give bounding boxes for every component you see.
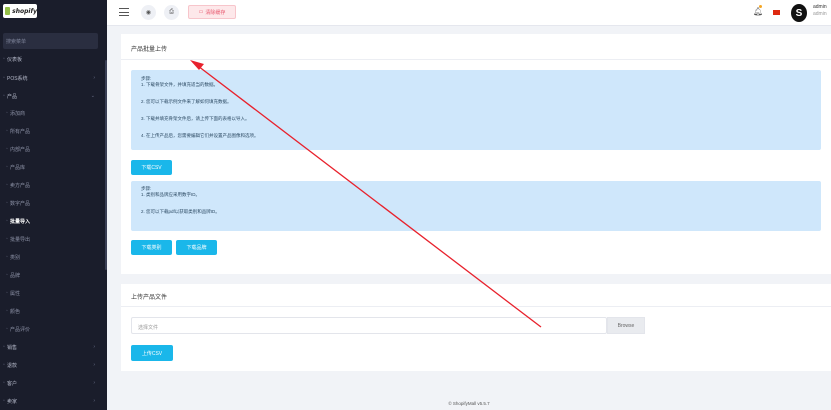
user-info[interactable]: admin admin — [813, 4, 827, 18]
sidebar-item-label: 内部产品 — [10, 146, 31, 153]
chevron-right-icon: › — [93, 398, 95, 404]
chevron-right-icon: › — [93, 75, 95, 81]
sidebar-item-label: 产品库 — [10, 164, 26, 171]
sidebar-item-label: 所有产品 — [10, 128, 31, 135]
print-icon[interactable]: ⎙ — [164, 5, 179, 20]
sidebar-item-label: 添加商 — [10, 110, 26, 117]
sidebar-item[interactable]: ◦ 产品评价 — [0, 323, 107, 335]
sidebar-item-label: 类别 — [10, 254, 21, 261]
chevron-right-icon: › — [93, 344, 95, 350]
globe-icon[interactable]: ◉ — [141, 5, 156, 20]
sidebar-item[interactable]: ▫ 销售 › — [0, 341, 107, 353]
china-flag-icon[interactable] — [773, 10, 780, 15]
user-name: admin — [813, 4, 827, 10]
sidebar-item[interactable]: ▫ 客户 › — [0, 377, 107, 389]
sidebar-item[interactable]: ◦ 数字产品 — [0, 197, 107, 209]
sidebar-item[interactable]: ▫ 卖家 › — [0, 395, 107, 407]
download-csv-button[interactable]: 下载CSV — [131, 160, 172, 175]
sidebar-item-label: 属性 — [10, 290, 21, 297]
sidebar-item[interactable]: ◦ 品牌 — [0, 269, 107, 281]
file-input[interactable]: 选择文件 — [131, 317, 607, 334]
sidebar-item-label: 销售 — [7, 344, 18, 351]
chevron-right-icon: › — [93, 380, 95, 386]
sidebar-search-input[interactable]: 搜索菜单 — [3, 33, 98, 49]
bell-icon[interactable]: 🔔︎ — [753, 7, 763, 16]
sidebar-item[interactable]: ▫ 退款 › — [0, 359, 107, 371]
sidebar-item[interactable]: ◦ 内部产品 — [0, 143, 107, 155]
notification-badge — [759, 5, 762, 8]
topbar: ◉ ⎙ ▭ 清除缓存 🔔︎ S admin admin — [107, 0, 831, 26]
sidebar-item[interactable]: ▫ 仪表板 — [0, 53, 107, 65]
sidebar-item[interactable]: ◦ 属性 — [0, 287, 107, 299]
sidebar-item-label: 批量导出 — [10, 236, 31, 243]
chevron-down-icon: ⌄ — [90, 93, 95, 99]
instructions-box: 步骤: 1. 下载骨架文件，并填充适当的数据。 2. 您可以下载示例文件来了解如… — [131, 70, 821, 150]
sidebar-item[interactable]: ▫ 产品 ⌄ — [0, 90, 107, 102]
instruction-step: 2. 您可以下载pdf以获取类别和品牌ID。 — [141, 209, 220, 214]
shopify-bag-icon — [5, 7, 11, 15]
sidebar-item[interactable]: ◦ 卖方产品 — [0, 179, 107, 191]
instruction-step: 3. 下载并填充骨架文件后，请上传下面的表格以导入。 — [141, 116, 250, 121]
card-title: 上传产品文件 — [131, 295, 168, 301]
upload-file-card: 上传产品文件 选择文件 Browse 上传CSV — [121, 284, 831, 371]
upload-csv-button[interactable]: 上传CSV — [131, 345, 173, 361]
sidebar-item[interactable]: ▫ POS系统 › — [0, 72, 107, 84]
sidebar-item-label: 产品评价 — [10, 326, 31, 333]
sidebar-item-label: 客户 — [7, 380, 18, 387]
avatar[interactable]: S — [791, 4, 807, 22]
sidebar-item-label: 颜色 — [10, 308, 21, 315]
sidebar-item-label: 卖方产品 — [10, 182, 31, 189]
logo[interactable]: shopify — [3, 4, 37, 18]
sidebar-item-label: POS系统 — [7, 75, 28, 82]
sidebar-item-label: 品牌 — [10, 272, 21, 279]
instruction-step: 2. 您可以下载示例文件来了解如何填充数据。 — [141, 99, 232, 104]
sidebar-item-label: 卖家 — [7, 398, 18, 405]
user-role: admin — [813, 11, 827, 17]
sidebar-item[interactable]: ◦ 批量导入 — [0, 215, 107, 227]
divider — [121, 59, 831, 60]
sidebar-item[interactable]: ◦ 添加商 — [0, 107, 107, 119]
browse-button[interactable]: Browse — [607, 317, 645, 334]
sidebar-item-label: 仪表板 — [7, 56, 23, 63]
divider — [121, 306, 831, 307]
download-brand-button[interactable]: 下载品牌 — [176, 240, 217, 255]
sidebar-item-label: 产品 — [7, 93, 18, 100]
instruction-step: 1. 下载骨架文件，并填充适当的数据。 — [141, 82, 219, 87]
chevron-right-icon: › — [93, 362, 95, 368]
sidebar-item-label: 数字产品 — [10, 200, 31, 207]
download-category-button[interactable]: 下载类别 — [131, 240, 172, 255]
cache-icon: ▭ — [198, 9, 204, 15]
sidebar-item[interactable]: ◦ 产品库 — [0, 161, 107, 173]
menu-toggle-icon[interactable] — [119, 8, 129, 16]
instruction-step: 1. 类别和品牌应采用数字ID。 — [141, 192, 201, 197]
sidebar-item[interactable]: ◦ 类别 — [0, 251, 107, 263]
sidebar-item-label: 退款 — [7, 362, 18, 369]
logo-text: shopify — [12, 7, 37, 15]
sidebar-item[interactable]: ◦ 批量导出 — [0, 233, 107, 245]
sidebar-item-label: 批量导入 — [10, 218, 31, 225]
instructions-box: 步骤: 1. 类别和品牌应采用数字ID。 2. 您可以下载pdf以获取类别和品牌… — [131, 181, 821, 231]
sidebar-item[interactable]: ◦ 所有产品 — [0, 125, 107, 137]
clear-cache-label: 清除缓存 — [205, 9, 226, 16]
sidebar-item[interactable]: ◦ 颜色 — [0, 305, 107, 317]
bulk-upload-card: 产品批量上传 步骤: 1. 下载骨架文件，并填充适当的数据。 2. 您可以下载示… — [121, 34, 831, 274]
sidebar: shopify 搜索菜单 ▫ 仪表板 ▫ POS系统 › ▫ 产品 ⌄ ◦ 添加商 ◦ 所有产品 ◦ 内部… — [0, 0, 107, 410]
footer-copyright: © ShopifyMall v5.5.7 — [448, 401, 490, 406]
card-title: 产品批量上传 — [131, 47, 168, 53]
sidebar-scrollbar[interactable] — [105, 60, 107, 270]
clear-cache-button[interactable]: ▭ 清除缓存 — [188, 5, 236, 19]
instruction-step: 4. 在上传产品后，您需要编辑它们并设置产品图像和选项。 — [141, 133, 259, 138]
